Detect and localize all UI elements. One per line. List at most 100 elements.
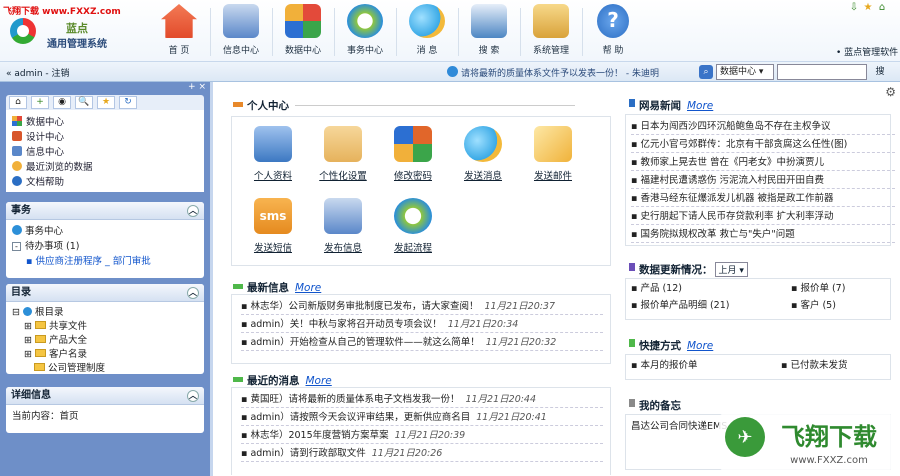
tile-send-message[interactable]: 发送消息	[453, 126, 513, 182]
news-item[interactable]: ▪ 福建村民遭诱惑伤 污泥流入村民田开田自费	[631, 173, 895, 189]
globe-small-icon	[12, 225, 22, 235]
sidebar-pin-close[interactable]: + ×	[188, 82, 206, 92]
windows-key-icon	[394, 126, 432, 162]
shortcut-monthly-quotes[interactable]: ▪ 本月的报价单	[631, 358, 697, 374]
scrolling-tip[interactable]: 请将最新的质量体系文件予以发表一份！ - 朱迪明	[461, 66, 659, 79]
nav-home[interactable]: 首 页	[150, 4, 208, 60]
search-scope-select[interactable]: 数据中心 ▾	[716, 64, 774, 80]
tree-root[interactable]: ⊟ 根目录	[12, 306, 198, 320]
magnifier-icon	[471, 4, 507, 38]
tip-icon	[447, 66, 458, 77]
folder-icon	[34, 335, 46, 343]
latest-item[interactable]: ▪ admin）开始检查从自己的管理软件——就这么简单！ 11月21日20:32	[241, 335, 603, 351]
tile-send-email[interactable]: 发送邮件	[523, 126, 583, 182]
tree-folder[interactable]: ⊞ 共享文件	[12, 320, 198, 334]
message-item[interactable]: ▪ admin）请到行政部取文件 11月21日20:26	[241, 446, 603, 462]
quick-link-recent[interactable]: 最近浏览的数据	[12, 160, 204, 175]
search-input[interactable]	[777, 64, 867, 80]
detail-panel: 详细信息 ︿ 当前内容：首页	[6, 387, 204, 433]
quick-links: 数据中心 设计中心 信息中心 最近浏览的数据 文档帮助	[6, 110, 204, 192]
collapse-icon[interactable]: ︿	[187, 390, 199, 402]
folder-icon	[34, 349, 46, 357]
news-item[interactable]: ▪ 教师家上晃去世 曾在《円老女》中扮演贾儿	[631, 155, 895, 171]
detail-text: 当前内容：首页	[12, 411, 79, 422]
favorite-tool-icon[interactable]: ★	[97, 96, 115, 109]
message-item[interactable]: ▪ 黄国旺）请将最新的质量体系电子文档发我一份！ 11月21日20:44	[241, 392, 603, 408]
tree-folder[interactable]: ⊞ 产品大全	[12, 334, 198, 348]
folder-icon	[34, 321, 46, 329]
folder-icon	[34, 363, 45, 371]
tile-personalize[interactable]: 个性化设置	[313, 126, 373, 182]
brand-subtitle: 通用管理系统	[47, 39, 107, 50]
news-item[interactable]: ▪ 日本为闯西沙四环沉船鲍鱼岛不存在主权争议	[631, 119, 895, 135]
add-tool-icon[interactable]: +	[31, 96, 49, 109]
brand-name: 蓝点	[66, 22, 88, 35]
favorite-star-icon[interactable]: ★	[862, 2, 874, 14]
latest-item[interactable]: ▪ admin）关！中秋与家将召开动员专项会议！ 11月21日20:34	[241, 317, 603, 333]
data-update-customers[interactable]: ▪ 客户 (5)	[791, 298, 836, 314]
download-icon[interactable]: ⇩	[848, 2, 860, 14]
todo-item[interactable]: - 待办事项 (1)	[12, 239, 198, 254]
refresh-tool-icon[interactable]: ↻	[119, 96, 137, 109]
news-item[interactable]: ▪ 国务院拟规权改革 救亡与"失户"问题	[631, 227, 895, 243]
nav-search[interactable]: 搜 索	[460, 4, 518, 60]
detail-panel-header[interactable]: 详细信息 ︿	[6, 387, 204, 405]
user-logout-link[interactable]: « admin - 注销	[6, 66, 70, 79]
tile-start-flow[interactable]: 发起流程	[383, 198, 443, 254]
info-icon	[12, 146, 22, 156]
left-sidebar: + × ⌂ + ◉ 🔍 ★ ↻ 数据中心 设计中心 信息中心 最近浏览的数据 文档帮助 事…	[0, 82, 210, 476]
quick-link-info-center[interactable]: 信息中心	[12, 145, 204, 160]
news-item[interactable]: ▪ 亿元小官弓郊群传：北京有干部贪腐这么任性(图)	[631, 137, 895, 153]
nav-data-center[interactable]: 数据中心	[274, 4, 332, 60]
news-item[interactable]: ▪ 史行朋起下请人民币存贷款利率 扩大利率浮动	[631, 209, 895, 225]
collapse-icon[interactable]: ︿	[187, 287, 199, 299]
remarks-text: 昌达公司合同快递EMS	[631, 421, 728, 432]
affairs-panel-header[interactable]: 事务 ︿	[6, 202, 204, 220]
home-small-icon[interactable]: ⌂	[876, 2, 888, 14]
data-grid-icon	[285, 4, 321, 38]
news-more-link[interactable]: More	[687, 100, 713, 112]
nav-affairs-center[interactable]: 事务中心	[336, 4, 394, 60]
quick-link-data-center[interactable]: 数据中心	[12, 115, 204, 130]
collapse-icon[interactable]: ︿	[187, 205, 199, 217]
tree-folder[interactable]: ⊞ 客户名录	[12, 348, 198, 362]
period-select[interactable]: 上月 ▾	[714, 262, 748, 277]
home-icon	[161, 4, 197, 38]
tree-folder[interactable]: 公司管理制度	[12, 362, 198, 374]
personal-center-title: 个人中心	[233, 98, 575, 113]
news-item[interactable]: ▪ 香港马经东征爆派发儿机器 被指是政工作前器	[631, 191, 895, 207]
tile-publish-info[interactable]: 发布信息	[313, 198, 373, 254]
software-link[interactable]: • 蓝点管理软件	[836, 45, 898, 58]
search-tool-icon[interactable]: 🔍	[75, 96, 93, 109]
latest-item[interactable]: ▪ 林志华）公司新版财务审批制度已发布，请大家查阅！ 11月21日20:37	[241, 299, 603, 315]
todo-subitem[interactable]: ▪ 供应商注册程序 _ 部门审批	[12, 254, 198, 269]
data-update-quotes[interactable]: ▪ 报价单 (7)	[791, 281, 845, 297]
gear-icon[interactable]: ⚙	[885, 85, 896, 99]
data-update-quote-details[interactable]: ▪ 报价单产品明细 (21)	[631, 298, 729, 314]
tile-change-password[interactable]: 修改密码	[383, 126, 443, 182]
directory-panel-header[interactable]: 目录 ︿	[6, 284, 204, 302]
message-item[interactable]: ▪ admin）请按照今天会议评审结果，更新供应商名目 11月21日20:41	[241, 410, 603, 426]
nav-system-admin[interactable]: 系统管理	[522, 4, 580, 60]
quick-link-design-center[interactable]: 设计中心	[12, 130, 204, 145]
top-right-icons: ⇩ ★ ⌂	[848, 2, 890, 14]
data-update-products[interactable]: ▪ 产品 (12)	[631, 281, 682, 297]
affairs-center-link[interactable]: 事务中心	[12, 224, 198, 239]
news-title: 网易新闻 More	[629, 98, 713, 113]
shortcuts-more-link[interactable]: More	[687, 340, 713, 352]
shortcut-paid-unshipped[interactable]: ▪ 已付款未发货	[781, 358, 847, 374]
quick-link-doc-help[interactable]: 文档帮助	[12, 175, 204, 190]
nav-messages[interactable]: 消 息	[398, 4, 456, 60]
message-item[interactable]: ▪ 林志华）2015年度营销方案草案 11月21日20:39	[241, 428, 603, 444]
tile-send-sms[interactable]: sms 发送短信	[243, 198, 303, 254]
home-tool-icon[interactable]: ⌂	[9, 96, 27, 109]
tile-profile[interactable]: 个人资料	[243, 126, 303, 182]
nav-info-center[interactable]: 信息中心	[212, 4, 270, 60]
recent-more-link[interactable]: More	[306, 375, 332, 387]
recent-icon	[12, 161, 22, 171]
latest-more-link[interactable]: More	[295, 282, 321, 294]
help-icon: ?	[597, 4, 629, 38]
search-button[interactable]: 搜	[870, 64, 890, 80]
view-tool-icon[interactable]: ◉	[53, 96, 71, 109]
nav-help[interactable]: ? 帮 助	[584, 4, 642, 60]
